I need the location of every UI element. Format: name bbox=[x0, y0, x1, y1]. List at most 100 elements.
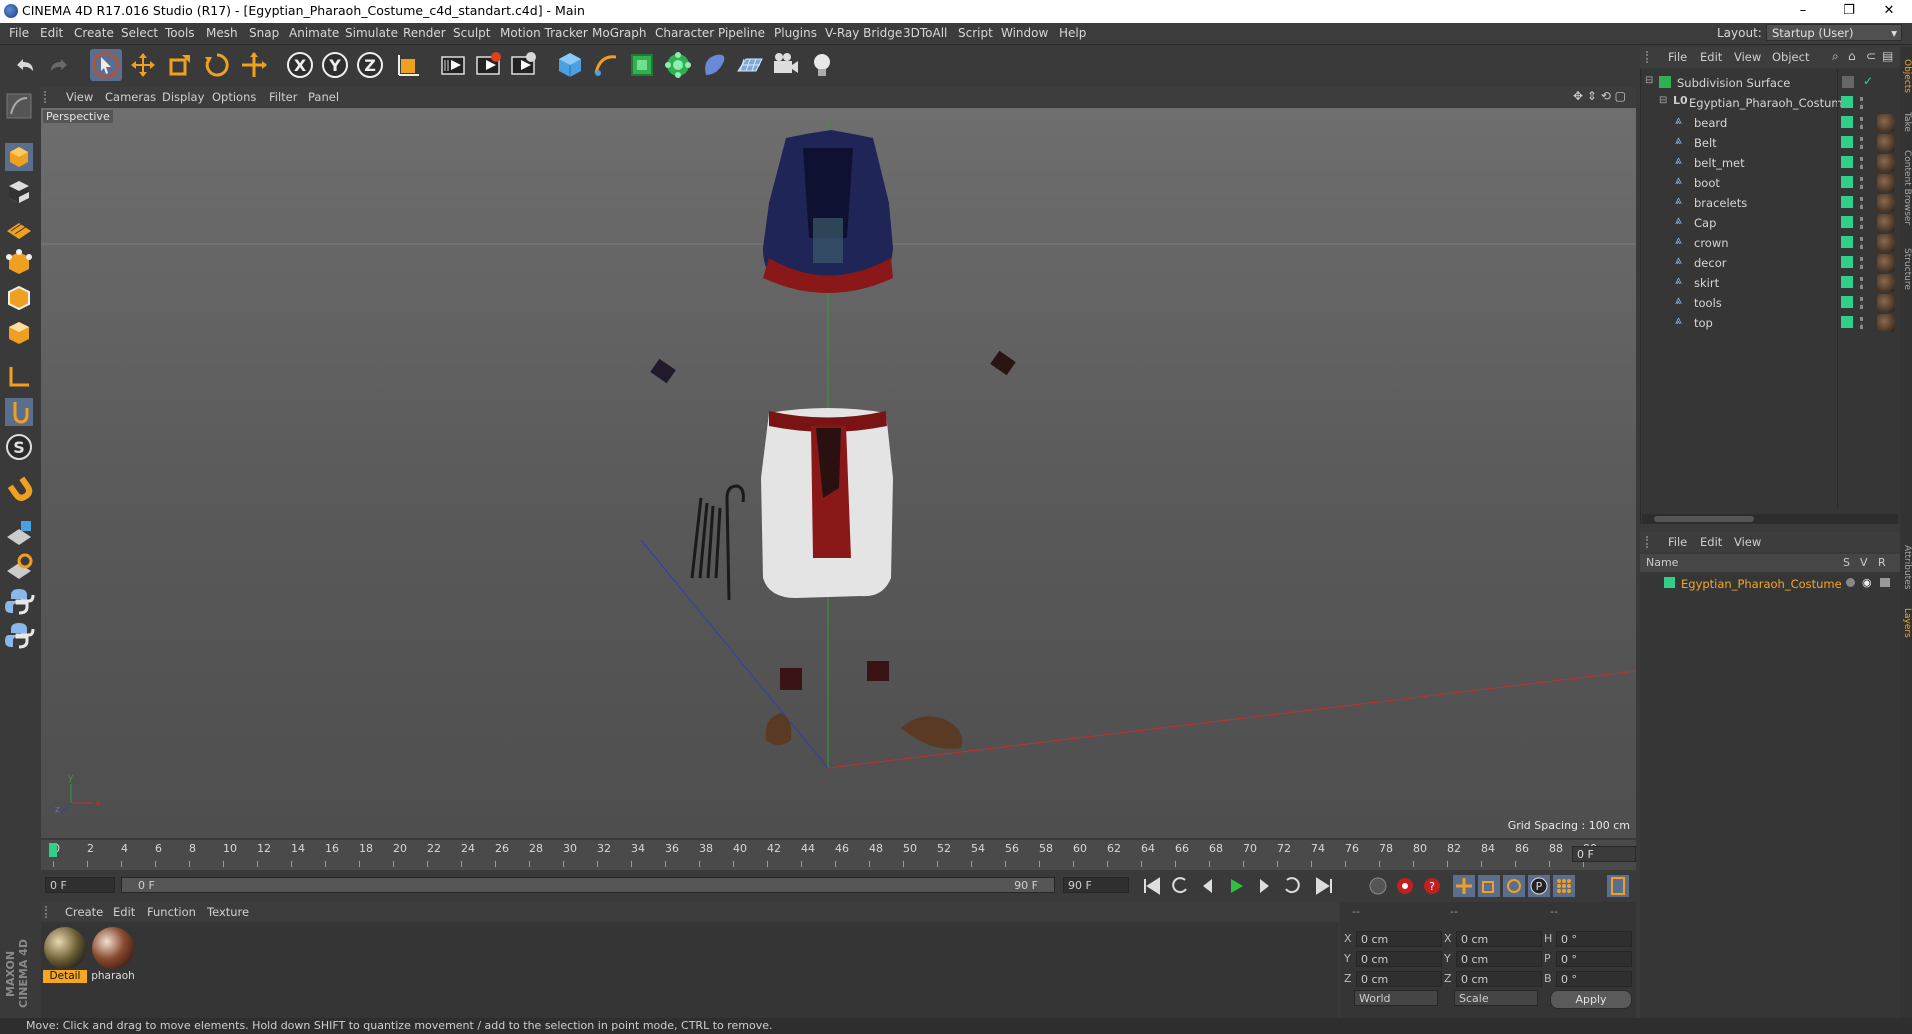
layer-color-tag[interactable] bbox=[1841, 156, 1853, 168]
material-tag-icon[interactable] bbox=[1877, 114, 1895, 132]
cloner-button[interactable] bbox=[662, 49, 694, 81]
current-frame-field[interactable]: 0 F bbox=[1572, 846, 1636, 862]
object-row-skirt[interactable]: ⩓ skirt bbox=[1641, 273, 1901, 293]
layer-color-tag[interactable] bbox=[1841, 116, 1853, 128]
object-row-belt[interactable]: ⩓ Belt bbox=[1641, 133, 1901, 153]
spline-pen-button[interactable] bbox=[590, 49, 622, 81]
perspective-viewport[interactable]: Perspective y x z Grid Spacing: 100 cm bbox=[41, 108, 1636, 838]
visibility-dots-icon[interactable] bbox=[1860, 117, 1866, 129]
record-active-objects-button[interactable] bbox=[1394, 875, 1416, 897]
visibility-dots-icon[interactable] bbox=[1860, 137, 1866, 149]
start-frame-field[interactable]: 0 F bbox=[45, 877, 115, 893]
make-editable-button[interactable] bbox=[3, 90, 35, 122]
menu-animate[interactable]: Animate bbox=[289, 26, 339, 40]
menu-window[interactable]: Window bbox=[1001, 26, 1048, 40]
menu-motion-tracker[interactable]: Motion Tracker bbox=[500, 26, 588, 40]
layer-color-tag[interactable] bbox=[1841, 96, 1853, 108]
play-button[interactable] bbox=[1225, 875, 1247, 897]
material-menu-function[interactable]: Function bbox=[147, 905, 196, 919]
floor-button[interactable] bbox=[734, 49, 766, 81]
python-script-icon[interactable] bbox=[3, 585, 35, 617]
home-icon[interactable]: ⌂ bbox=[1848, 49, 1856, 63]
visibility-dots-icon[interactable] bbox=[1860, 237, 1866, 249]
object-row-crown[interactable]: ⩓ crown bbox=[1641, 233, 1901, 253]
snap-button[interactable]: S bbox=[3, 431, 35, 463]
timeline-window-button[interactable] bbox=[1607, 875, 1629, 897]
layout-dropdown[interactable]: Startup (User) ▾ bbox=[1766, 24, 1902, 41]
menu-edit[interactable]: Edit bbox=[40, 26, 63, 40]
material-menu-create[interactable]: Create bbox=[65, 905, 103, 919]
panel-icon[interactable]: ▤ bbox=[1882, 49, 1893, 63]
redo-button[interactable] bbox=[43, 49, 75, 81]
transform-button[interactable] bbox=[238, 49, 270, 81]
workplane-lock-button[interactable] bbox=[3, 517, 35, 549]
menu-script[interactable]: Script bbox=[958, 26, 993, 40]
layer-color-tag[interactable] bbox=[1841, 196, 1853, 208]
object-row-bracelets[interactable]: ⩓ bracelets bbox=[1641, 193, 1901, 213]
menu-file[interactable]: File bbox=[9, 26, 29, 40]
position-x-field[interactable]: 0 cm bbox=[1356, 931, 1442, 947]
live-selection-button[interactable] bbox=[90, 49, 122, 81]
menu-3dtoall[interactable]: 3DToAll bbox=[903, 26, 947, 40]
material-tag-icon[interactable] bbox=[1877, 234, 1895, 252]
render-settings-button[interactable] bbox=[507, 49, 539, 81]
goto-next-key-button[interactable] bbox=[1281, 875, 1303, 897]
deformer-button[interactable] bbox=[698, 49, 730, 81]
material-tag-icon[interactable] bbox=[1877, 274, 1895, 292]
object-row-belt-met[interactable]: ⩓ belt_met bbox=[1641, 153, 1901, 173]
visibility-dots-icon[interactable] bbox=[1860, 257, 1866, 269]
tab-attributes[interactable]: Attributes bbox=[1900, 537, 1912, 597]
menu-mograph[interactable]: MoGraph bbox=[592, 26, 647, 40]
object-manager-scrollbar[interactable] bbox=[1642, 514, 1898, 524]
key-rotation-button[interactable] bbox=[1503, 875, 1525, 897]
menu-character[interactable]: Character bbox=[655, 26, 714, 40]
cube-object-button[interactable] bbox=[554, 49, 586, 81]
visibility-dots-icon[interactable] bbox=[1860, 97, 1866, 109]
search-icon[interactable]: ⌕ bbox=[1832, 49, 1839, 64]
edges-mode-button[interactable] bbox=[3, 282, 35, 314]
undo-button[interactable] bbox=[9, 49, 41, 81]
z-axis-lock-button[interactable]: Z bbox=[354, 49, 386, 81]
close-button[interactable]: ✕ bbox=[1866, 0, 1912, 23]
material-tag-icon[interactable] bbox=[1877, 294, 1895, 312]
layer-row[interactable]: Egyptian_Pharaoh_Costume ◉ bbox=[1640, 574, 1900, 594]
scale-button[interactable] bbox=[164, 49, 196, 81]
collapse-icon[interactable]: ⊟ bbox=[1645, 75, 1653, 86]
layer-color-tag[interactable] bbox=[1841, 276, 1853, 288]
light-button[interactable] bbox=[806, 49, 838, 81]
size-z-field[interactable]: 0 cm bbox=[1456, 971, 1542, 987]
layer-color-tag[interactable] bbox=[1841, 296, 1853, 308]
texture-mode-button[interactable] bbox=[3, 176, 35, 208]
preview-range-slider[interactable]: 0 F 90 F bbox=[121, 877, 1055, 893]
tab-content-browser[interactable]: Content Browser bbox=[1900, 143, 1912, 233]
object-row-costume-group[interactable]: ⊟ L0 Egyptian_Pharaoh_Costume bbox=[1641, 93, 1901, 113]
viewport-menu-display[interactable]: Display bbox=[162, 90, 204, 104]
layer-color-tag[interactable] bbox=[1841, 136, 1853, 148]
visibility-dots-icon[interactable] bbox=[1860, 197, 1866, 209]
motion-record-button[interactable] bbox=[1367, 875, 1389, 897]
link-icon[interactable]: ⊂ bbox=[1866, 49, 1876, 63]
layer-color-tag[interactable] bbox=[1841, 256, 1853, 268]
model-mode-button[interactable] bbox=[3, 141, 35, 173]
menu-render[interactable]: Render bbox=[403, 26, 446, 40]
magnet-icon[interactable] bbox=[3, 474, 35, 506]
object-row-cap[interactable]: ⩓ Cap bbox=[1641, 213, 1901, 233]
key-point-level-button[interactable] bbox=[1553, 875, 1575, 897]
goto-previous-key-button[interactable] bbox=[1169, 875, 1191, 897]
om-menu-view[interactable]: View bbox=[1734, 50, 1761, 64]
layer-color-tag[interactable] bbox=[1841, 316, 1853, 328]
material-detail[interactable]: Detail bbox=[43, 926, 87, 983]
collapse-icon[interactable]: ⊟ bbox=[1659, 95, 1667, 106]
material-tag-icon[interactable] bbox=[1877, 174, 1895, 192]
key-scale-button[interactable] bbox=[1478, 875, 1500, 897]
menu-tools[interactable]: Tools bbox=[165, 26, 195, 40]
polygons-mode-button[interactable] bbox=[3, 317, 35, 349]
autokeying-button[interactable]: ? bbox=[1421, 875, 1443, 897]
render-view-button[interactable] bbox=[437, 49, 469, 81]
menu-help[interactable]: Help bbox=[1059, 26, 1086, 40]
tweak-mode-button[interactable] bbox=[3, 396, 35, 428]
visibility-dots-icon[interactable] bbox=[1860, 277, 1866, 289]
position-y-field[interactable]: 0 cm bbox=[1356, 951, 1442, 967]
menu-mesh[interactable]: Mesh bbox=[206, 26, 238, 40]
material-menu-edit[interactable]: Edit bbox=[113, 905, 135, 919]
